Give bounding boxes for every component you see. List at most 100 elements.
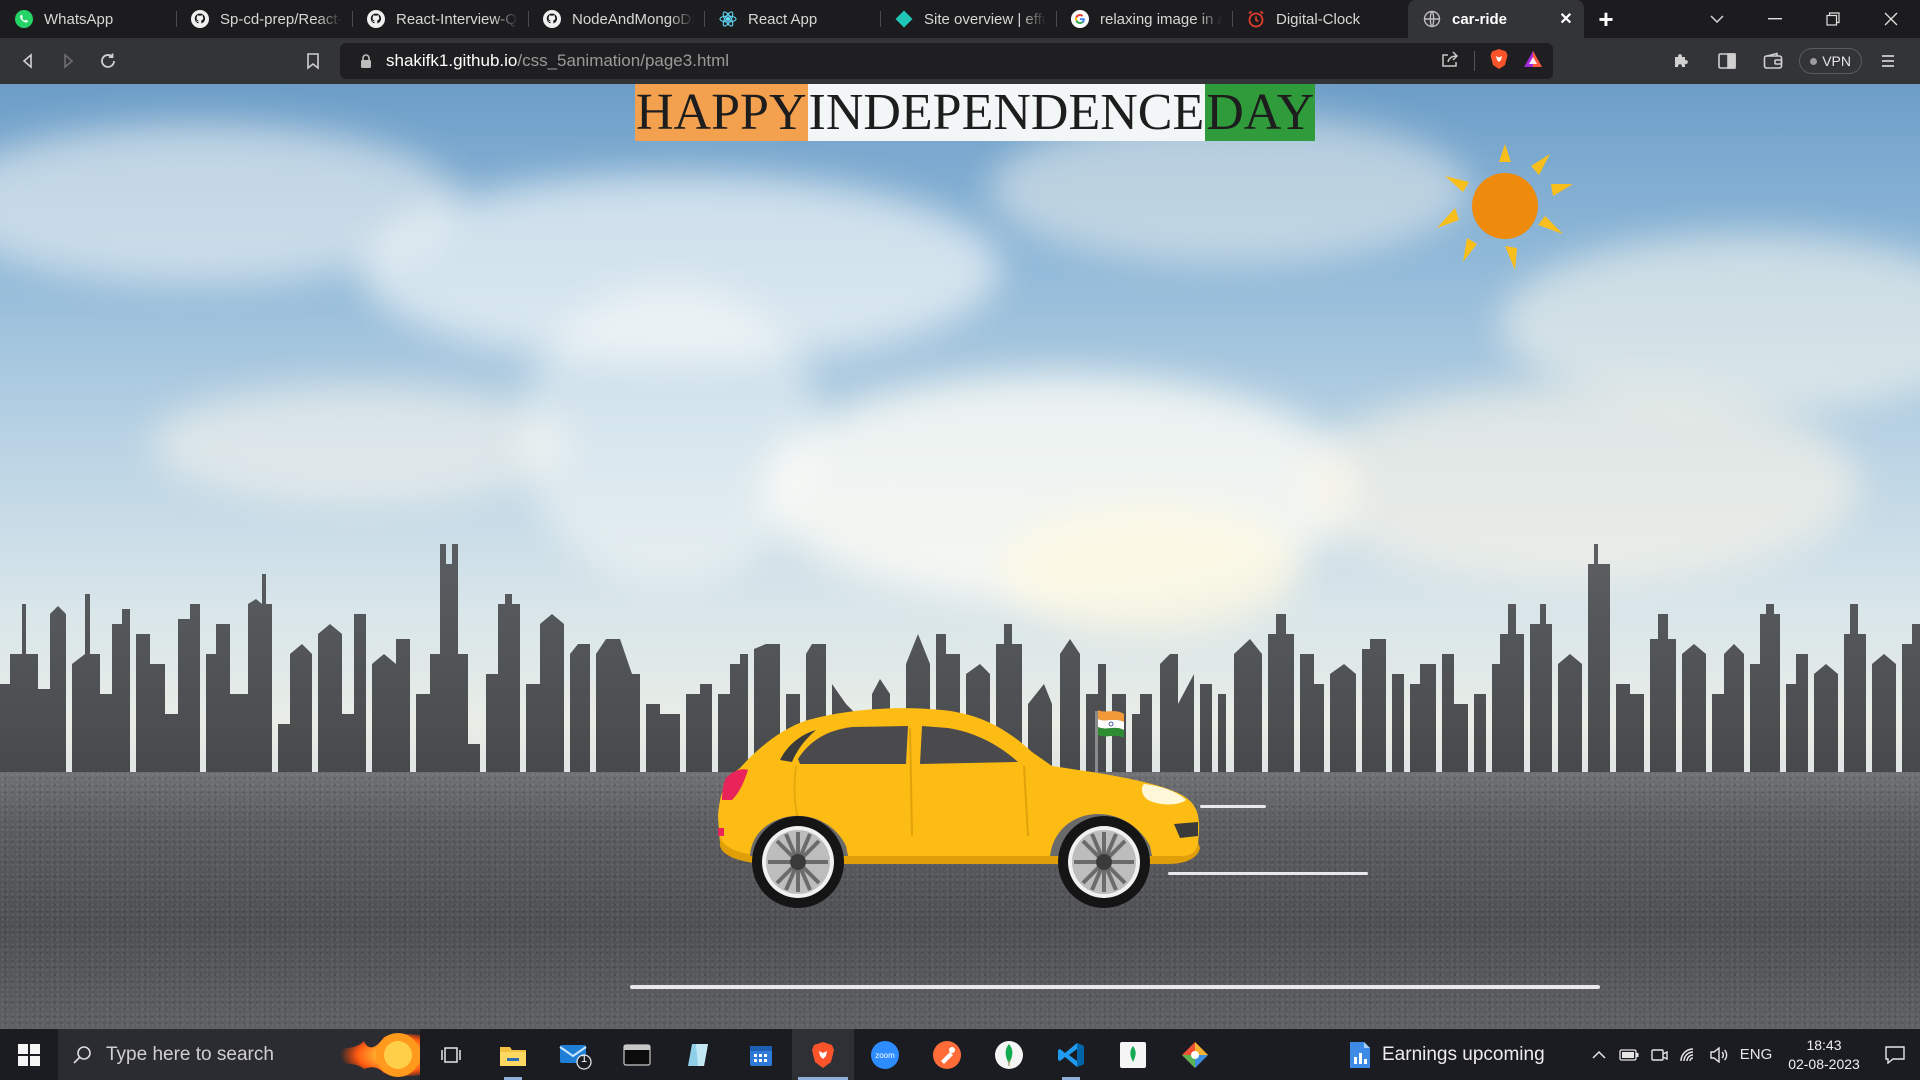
page-viewport: HAPPY INDEPENDENCE DAY — [0, 84, 1920, 1029]
lock-icon[interactable] — [356, 53, 376, 69]
mail-badge: 1 — [581, 1053, 588, 1065]
menu-hamburger-icon[interactable] — [1868, 41, 1908, 81]
close-window-icon[interactable] — [1862, 0, 1920, 38]
globe-icon — [1422, 9, 1442, 29]
sun-icon — [1437, 144, 1573, 270]
vpn-button[interactable]: VPN — [1799, 48, 1862, 74]
toolbar-right: VPN — [1661, 38, 1920, 84]
battery-icon[interactable] — [1614, 1048, 1644, 1061]
rear-wheel-icon — [752, 816, 844, 908]
notes-icon[interactable] — [668, 1029, 730, 1080]
tab-strip: WhatsApp Sp-cd-prep/React-N React-Interv… — [0, 0, 1920, 38]
brave-shields-icon[interactable] — [1489, 48, 1509, 75]
react-icon — [718, 9, 738, 29]
new-tab-button[interactable]: + — [1584, 0, 1628, 38]
lane-marking — [630, 985, 1600, 989]
headline-word-independence: INDEPENDENCE — [807, 84, 1206, 141]
sidebar-toggle-icon[interactable] — [1707, 41, 1747, 81]
whatsapp-icon — [14, 9, 34, 29]
alarm-clock-icon — [1246, 9, 1266, 29]
vscode-icon[interactable] — [1040, 1029, 1102, 1080]
github-icon — [542, 9, 562, 29]
windows-taskbar: Type here to search 1 zoom Earnings upco… — [0, 1029, 1920, 1080]
tab-car-ride[interactable]: car-ride ✕ — [1408, 0, 1584, 38]
separator — [1474, 51, 1475, 71]
reload-icon[interactable] — [88, 41, 128, 81]
tab-whatsapp[interactable]: WhatsApp — [0, 0, 176, 38]
independence-day-headline: HAPPY INDEPENDENCE DAY — [635, 84, 1316, 141]
bookmark-icon[interactable] — [293, 41, 333, 81]
taskbar-search-box[interactable]: Type here to search — [58, 1029, 420, 1080]
tab-title: Sp-cd-prep/React-N — [220, 10, 342, 28]
browser-toolbar: shakifk1.github.io/css_5animation/page3.… — [0, 38, 1920, 84]
system-tray: ENG 18:43 02-08-2023 — [1584, 1029, 1920, 1080]
indian-flag-icon — [1095, 710, 1124, 781]
headline-word-day: DAY — [1205, 84, 1316, 141]
calendar-icon[interactable] — [730, 1029, 792, 1080]
search-highlight-flame-icon — [326, 1033, 420, 1077]
windows-start-icon[interactable] — [0, 1029, 58, 1080]
taskbar-clock[interactable]: 18:43 02-08-2023 — [1778, 1036, 1870, 1074]
github-icon — [190, 9, 210, 29]
tab-react-interview[interactable]: React-Interview-Qn — [352, 0, 528, 38]
tab-title: WhatsApp — [44, 10, 114, 28]
share-icon[interactable] — [1440, 50, 1460, 73]
restore-icon[interactable] — [1804, 0, 1862, 38]
mongodb-compass-icon[interactable] — [1102, 1029, 1164, 1080]
minimize-icon[interactable] — [1746, 0, 1804, 38]
google-icon — [1070, 9, 1090, 29]
tab-relaxing-image[interactable]: relaxing image in ar — [1056, 0, 1232, 38]
tab-digital-clock[interactable]: Digital-Clock — [1232, 0, 1408, 38]
zoom-label: zoom — [875, 1051, 895, 1060]
tab-strip-spacer — [1628, 0, 1688, 38]
url-host: shakifk1.github.io — [386, 51, 518, 70]
headline-word-happy: HAPPY — [635, 84, 808, 141]
tab-title: Digital-Clock — [1276, 10, 1361, 28]
netlify-icon — [894, 9, 914, 29]
camera-icon[interactable] — [1644, 1047, 1674, 1063]
brave-icon[interactable] — [792, 1029, 854, 1080]
notification-icon[interactable] — [1870, 1045, 1920, 1064]
mongodb-icon[interactable] — [978, 1029, 1040, 1080]
url-path: /css_5animation/page3.html — [517, 51, 730, 70]
tab-sp-cd-prep[interactable]: Sp-cd-prep/React-N — [176, 0, 352, 38]
search-icon — [58, 1045, 106, 1065]
front-wheel-icon — [1058, 816, 1150, 908]
clock-time: 18:43 — [1806, 1036, 1842, 1053]
mail-icon[interactable]: 1 — [544, 1029, 606, 1080]
tab-search-chevron-icon[interactable] — [1688, 0, 1746, 38]
tab-title: NodeAndMongoDB — [572, 10, 694, 28]
url-text[interactable]: shakifk1.github.io/css_5animation/page3.… — [386, 51, 729, 71]
extensions-puzzle-icon[interactable] — [1661, 41, 1701, 81]
tab-title: React-Interview-Qn — [396, 10, 518, 28]
git-icon[interactable] — [1164, 1029, 1226, 1080]
yellow-car-icon — [718, 708, 1200, 908]
tab-title: React App — [748, 10, 818, 28]
language-indicator[interactable]: ENG — [1734, 1046, 1778, 1063]
tab-title: relaxing image in ar — [1100, 10, 1222, 28]
close-tab-icon[interactable]: ✕ — [1558, 9, 1574, 29]
brave-rewards-icon[interactable] — [1523, 50, 1543, 73]
terminal-icon[interactable] — [606, 1029, 668, 1080]
vpn-status-dot — [1810, 57, 1818, 65]
tab-title: Site overview | effu — [924, 10, 1046, 28]
chevron-up-icon[interactable] — [1584, 1050, 1614, 1060]
tab-site-overview[interactable]: Site overview | effu — [880, 0, 1056, 38]
file-explorer-icon[interactable] — [482, 1029, 544, 1080]
tab-nodeandmongodb[interactable]: NodeAndMongoDB — [528, 0, 704, 38]
vpn-label: VPN — [1822, 53, 1851, 69]
tab-title: car-ride — [1452, 10, 1508, 28]
back-icon[interactable] — [8, 41, 48, 81]
forward-icon[interactable] — [48, 41, 88, 81]
wifi-icon[interactable] — [1674, 1047, 1704, 1063]
zoom-icon[interactable]: zoom — [854, 1029, 916, 1080]
search-placeholder: Type here to search — [106, 1043, 274, 1065]
address-bar[interactable]: shakifk1.github.io/css_5animation/page3.… — [340, 43, 1553, 79]
tab-react-app[interactable]: React App — [704, 0, 880, 38]
news-widget[interactable]: Earnings upcoming — [1348, 1029, 1545, 1080]
github-icon — [366, 9, 386, 29]
volume-icon[interactable] — [1704, 1046, 1734, 1063]
postman-icon[interactable] — [916, 1029, 978, 1080]
task-view-icon[interactable] — [420, 1029, 482, 1080]
wallet-icon[interactable] — [1753, 41, 1793, 81]
